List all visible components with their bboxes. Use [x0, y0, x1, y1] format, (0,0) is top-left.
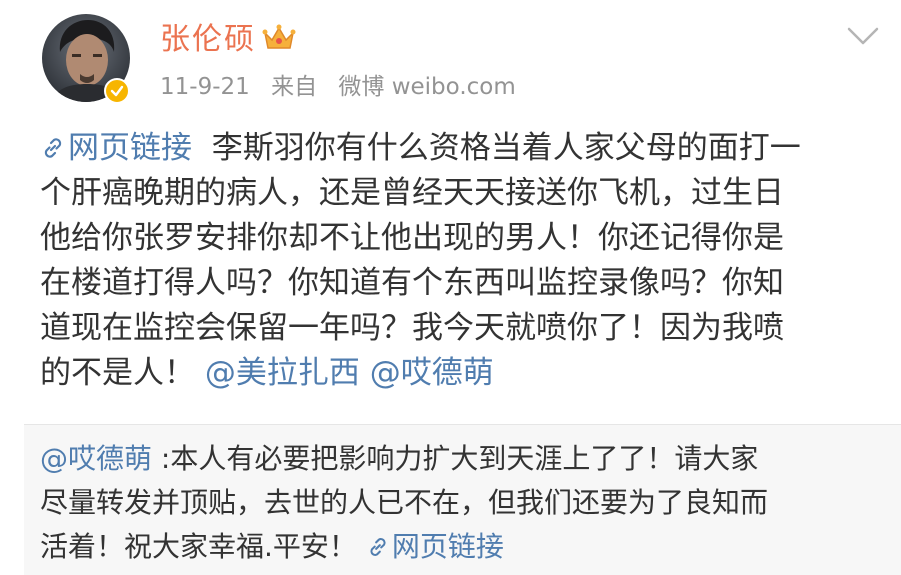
body-line-6: 的不是人！ @美拉扎西 @哎德萌: [40, 351, 890, 396]
repost-author-link[interactable]: @哎德萌: [40, 442, 152, 475]
crown-icon: [262, 23, 296, 57]
repost-line-1: @哎德萌 :本人有必要把影响力扩大到天涯上了了！请大家: [40, 437, 890, 481]
post-date: 11-9-21: [160, 74, 250, 100]
post-body: 网页链接 李斯羽你有什么资格当着人家父母的面打一 个肝癌晚期的病人，还是曾经天天…: [40, 126, 890, 396]
body-line-6-text: 的不是人！: [40, 355, 195, 391]
body-line-1-text: 李斯羽你有什么资格当着人家父母的面打一: [192, 130, 801, 166]
repost-body: @哎德萌 :本人有必要把影响力扩大到天涯上了了！请大家 尽量转发并顶贴，去世的人…: [40, 437, 890, 569]
repost-line-1-text: :本人有必要把影响力扩大到天涯上了了！请大家: [152, 442, 759, 475]
post-meta: 11-9-21 来自 微博 weibo.com: [160, 70, 516, 104]
body-line-5: 道现在监控会保留一年吗？我今天就喷你了！因为我喷: [40, 310, 784, 346]
source-prefix: 来自: [271, 74, 318, 100]
author-name[interactable]: 张伦硕: [160, 18, 256, 62]
link-icon: [366, 528, 390, 572]
repost-web-link[interactable]: 网页链接: [366, 530, 504, 563]
verified-badge-icon: [104, 78, 130, 104]
repost-line-3-text: 活着！祝大家幸福.平安！: [40, 530, 357, 563]
body-line-2: 个肝癌晚期的病人，还是曾经天天接送你飞机，过生日: [40, 175, 784, 211]
web-link[interactable]: 网页链接: [40, 130, 192, 166]
author-header: 张伦硕: [160, 18, 296, 62]
repost-web-link-label: 网页链接: [391, 530, 504, 563]
repost-line-2: 尽量转发并顶贴，去世的人已不在，但我们还要为了良知而: [40, 486, 769, 519]
body-line-4: 在楼道打得人吗？你知道有个东西叫监控录像吗？你知: [40, 265, 784, 301]
post-source: 微博 weibo.com: [338, 74, 516, 100]
web-link-label: 网页链接: [68, 130, 192, 166]
weibo-post: 张伦硕 11-9-21 来自 微博 weibo.com 网页链接 李斯羽你有什么…: [0, 0, 901, 575]
chevron-down-icon[interactable]: [843, 24, 883, 50]
mention-link[interactable]: @美拉扎西: [205, 355, 360, 391]
body-line-1: 网页链接 李斯羽你有什么资格当着人家父母的面打一: [40, 126, 890, 171]
body-line-3: 他给你张罗安排你却不让他出现的男人！你还记得你是: [40, 220, 784, 256]
link-icon: [40, 129, 66, 174]
repost-box[interactable]: @哎德萌 :本人有必要把影响力扩大到天涯上了了！请大家 尽量转发并顶贴，去世的人…: [24, 424, 901, 575]
mention-link[interactable]: @哎德萌: [370, 355, 494, 391]
repost-line-3: 活着！祝大家幸福.平安！ 网页链接: [40, 525, 890, 569]
